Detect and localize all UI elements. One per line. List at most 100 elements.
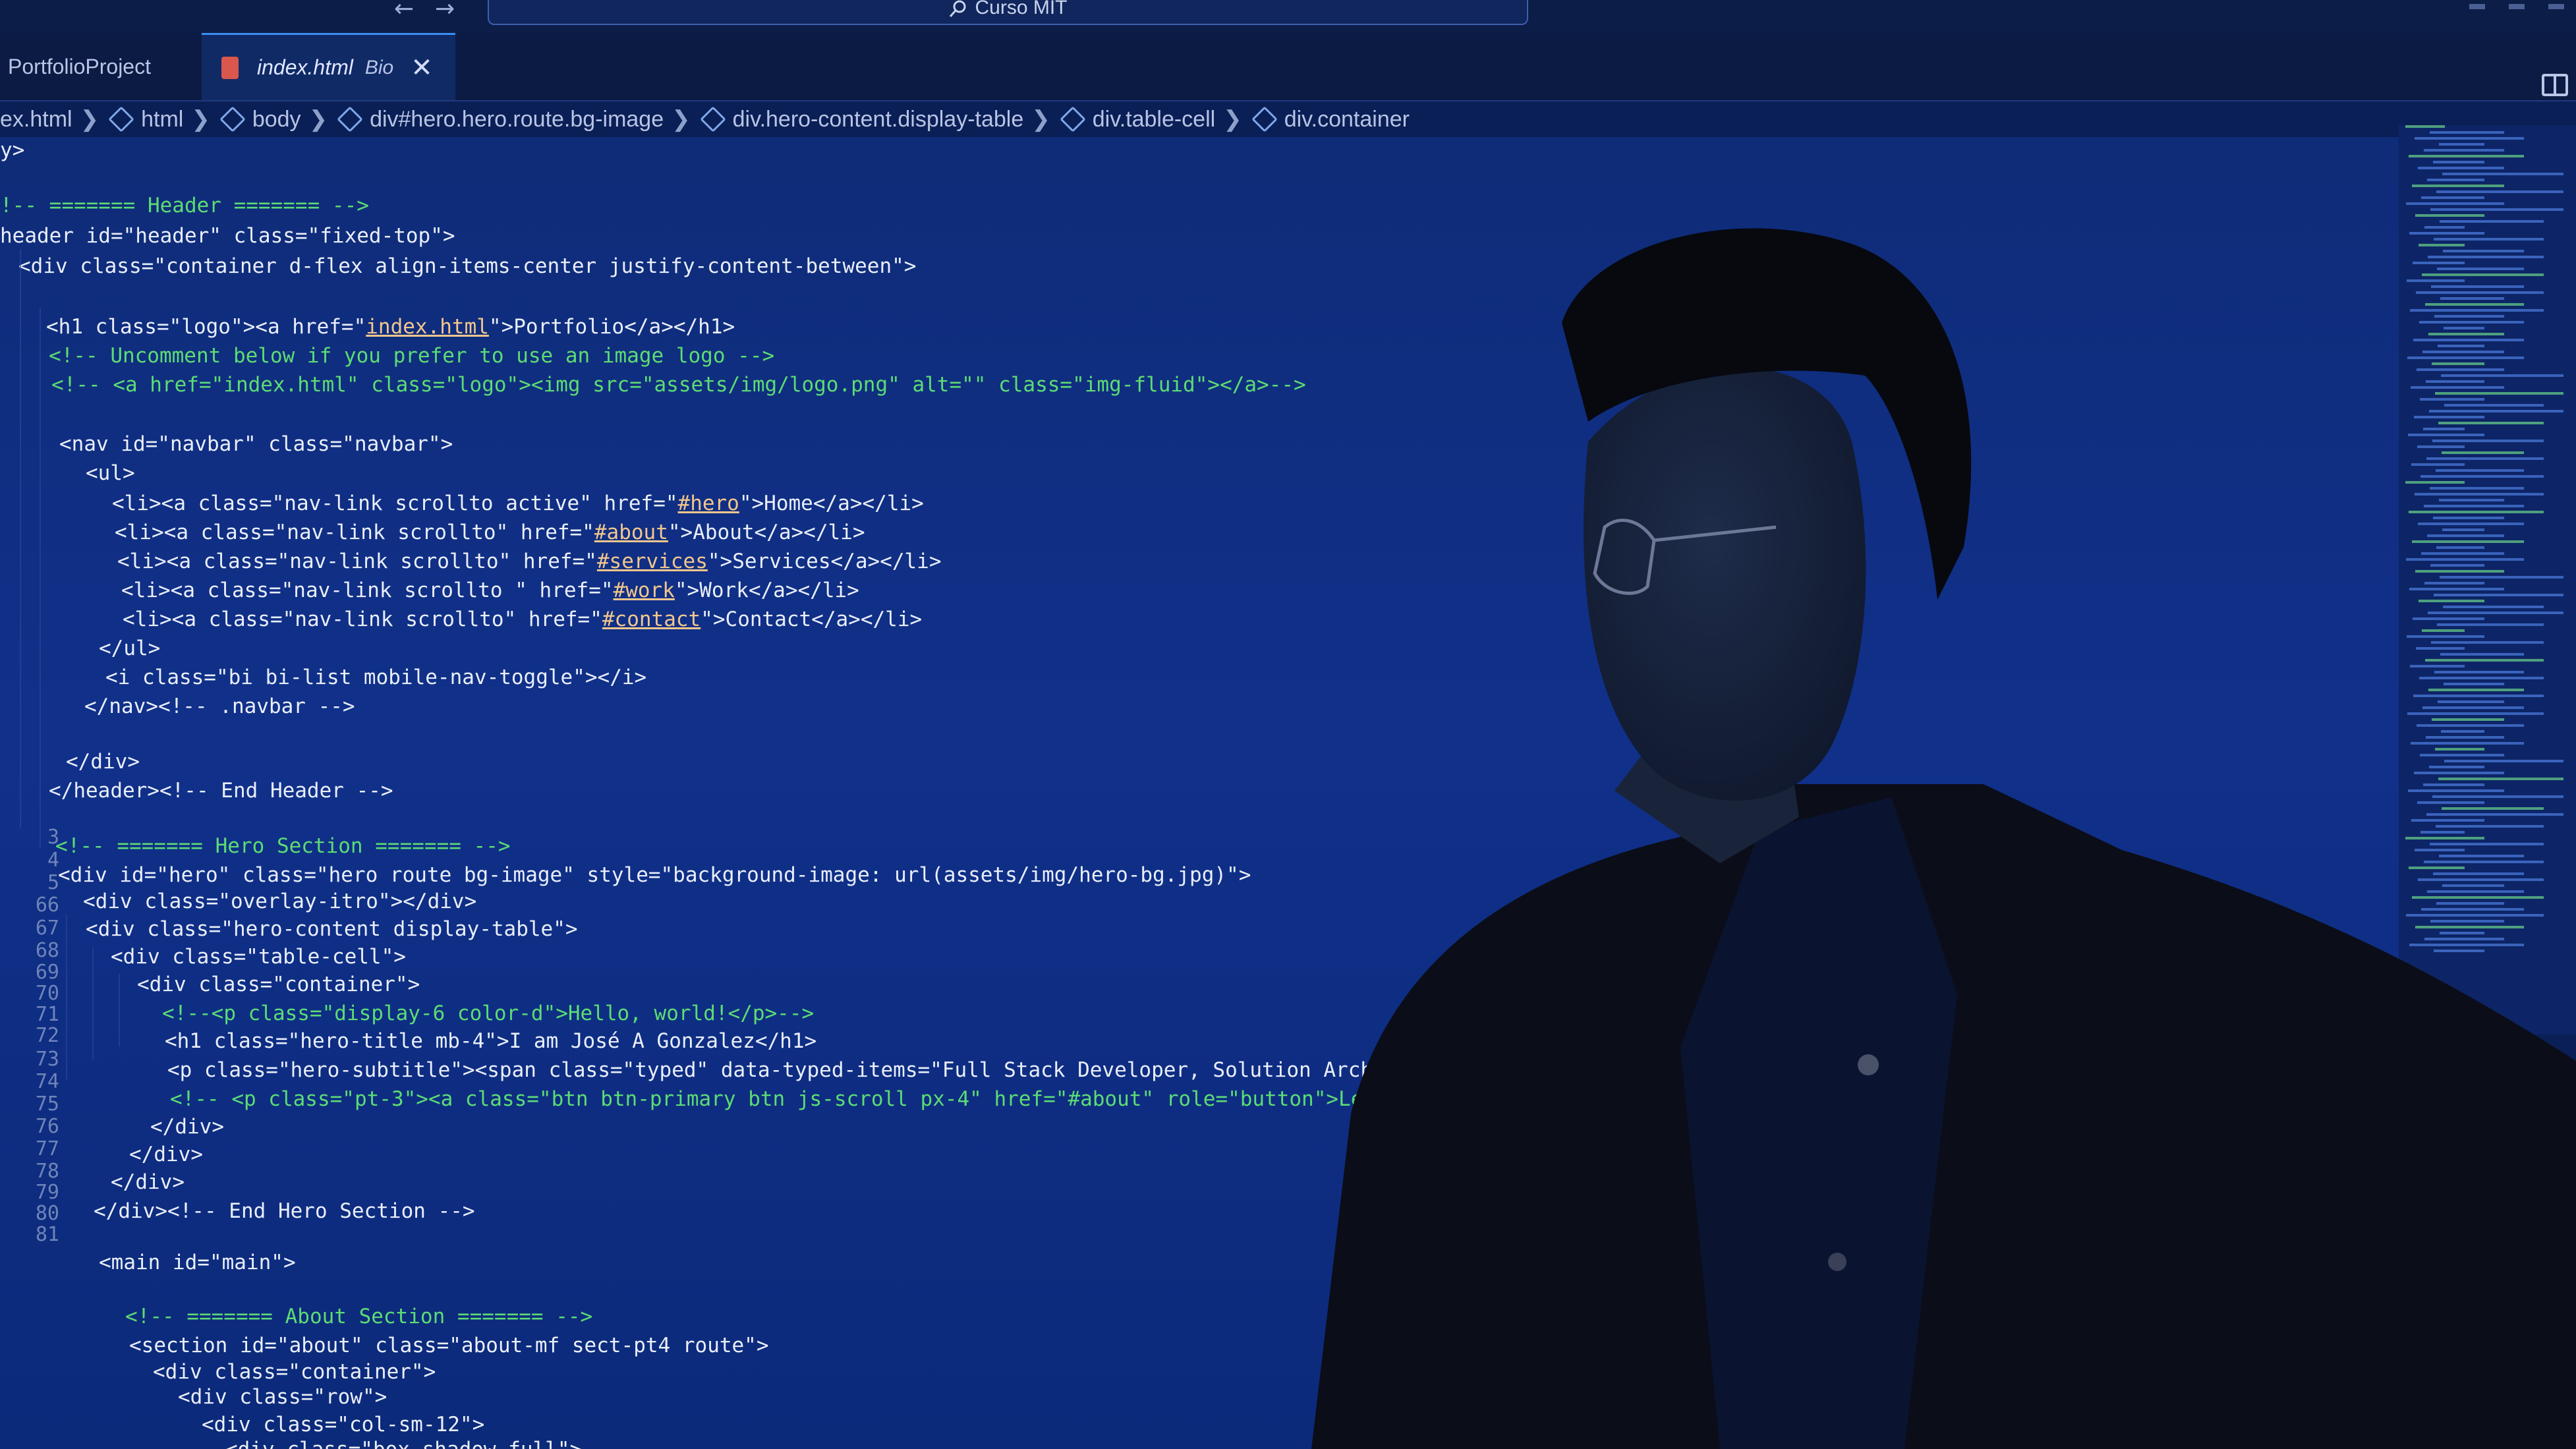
code-line: <!-- <a href="index.html" class="logo"><… bbox=[51, 372, 1306, 398]
presenter-photo bbox=[1311, 228, 2576, 1449]
breadcrumb-label: div.table-cell bbox=[1092, 106, 1216, 132]
code-line: <nav id="navbar" class="navbar"> bbox=[59, 431, 453, 457]
element-icon bbox=[1059, 106, 1086, 132]
line-number: 79 bbox=[35, 1181, 59, 1204]
code-text: <li><a class="nav-link scrollto" href=" bbox=[117, 550, 597, 573]
line-number: 70 bbox=[35, 982, 59, 1005]
code-link[interactable]: index.html bbox=[366, 315, 489, 339]
minimap-line bbox=[2412, 185, 2504, 187]
element-icon bbox=[108, 106, 134, 132]
breadcrumb-item[interactable]: ex.html ❯ bbox=[0, 106, 99, 132]
indent-guide bbox=[66, 915, 67, 1079]
tab-close-icon[interactable]: ✕ bbox=[411, 53, 433, 83]
back-arrow-icon[interactable]: ← bbox=[394, 0, 414, 21]
code-link[interactable]: #contact bbox=[602, 608, 701, 631]
minimap-line bbox=[2439, 143, 2484, 146]
code-text: <div id="hero" class="hero route bg-imag… bbox=[58, 863, 1251, 887]
element-icon bbox=[1251, 106, 1278, 132]
code-line: <div class="box-shadow-full"> bbox=[225, 1436, 582, 1449]
indent-guide bbox=[20, 249, 21, 829]
code-line: <i class="bi bi-list mobile-nav-toggle">… bbox=[105, 664, 646, 691]
minimap-line bbox=[2405, 125, 2445, 128]
code-text: <div class="col-sm-12"> bbox=[202, 1413, 485, 1436]
breadcrumb-item[interactable]: div.container bbox=[1242, 106, 1410, 132]
code-text: </header><!-- End Header --> bbox=[49, 779, 393, 803]
line-number: 72 bbox=[35, 1024, 59, 1047]
breadcrumb-item[interactable]: div.hero-content.display-table ❯ bbox=[691, 106, 1050, 132]
code-line: !-- ======= Header ======= --> bbox=[0, 192, 369, 219]
code-line: <h1 class="hero-title mb-4">I am José A … bbox=[165, 1028, 816, 1054]
line-number: 68 bbox=[35, 939, 59, 962]
code-text: <ul> bbox=[86, 461, 135, 485]
minimap-line bbox=[2415, 137, 2524, 140]
code-text: <div class="table-cell"> bbox=[111, 945, 406, 969]
code-line: </div> bbox=[66, 749, 140, 775]
close-window-button[interactable] bbox=[2548, 4, 2564, 9]
code-text: <h1 class="hero-title mb-4">I am José A … bbox=[165, 1029, 817, 1053]
code-line: </header><!-- End Header --> bbox=[49, 778, 393, 804]
code-text: <nav id="navbar" class="navbar"> bbox=[59, 432, 453, 456]
tab-portfolio-project[interactable]: PortfolioProject bbox=[8, 33, 151, 100]
code-link[interactable]: #work bbox=[614, 579, 675, 602]
code-line: <li><a class="nav-link scrollto " href="… bbox=[121, 577, 859, 604]
breadcrumb-item[interactable]: body ❯ bbox=[210, 106, 328, 132]
editor-tab-bar: PortfolioProject index.html Bio ✕ bbox=[0, 33, 2576, 101]
tab-label: PortfolioProject bbox=[8, 54, 151, 78]
code-link[interactable]: #hero bbox=[678, 492, 739, 515]
code-text: <h1 class="logo"><a href=" bbox=[46, 315, 366, 339]
line-number: 80 bbox=[35, 1202, 59, 1225]
code-text: </nav><!-- .navbar --> bbox=[84, 695, 355, 718]
code-text: ">Work</a></li> bbox=[674, 579, 859, 602]
element-icon bbox=[219, 106, 246, 132]
line-number: 67 bbox=[35, 917, 59, 940]
code-line: <li><a class="nav-link scrollto active" … bbox=[112, 490, 924, 517]
chevron-right-icon: ❯ bbox=[191, 107, 210, 132]
code-text: <div class="box-shadow-full"> bbox=[225, 1438, 582, 1449]
code-text: <div class="container"> bbox=[153, 1360, 436, 1384]
breadcrumb-label: div.container bbox=[1284, 106, 1410, 132]
code-line: <div id="hero" class="hero route bg-imag… bbox=[58, 862, 1251, 888]
element-icon bbox=[337, 106, 363, 132]
code-line: </div> bbox=[150, 1114, 224, 1140]
breadcrumb-item[interactable]: div.table-cell ❯ bbox=[1050, 106, 1242, 132]
indent-guide bbox=[40, 308, 41, 849]
command-center-search[interactable]: Curso MIT bbox=[488, 0, 1528, 25]
line-number: 74 bbox=[35, 1070, 59, 1093]
line-number: 81 bbox=[35, 1223, 59, 1246]
code-line: </ul> bbox=[99, 635, 160, 662]
code-text: ">Home</a></li> bbox=[739, 492, 924, 515]
code-text: </div> bbox=[129, 1143, 203, 1166]
code-line: <!-- Uncomment below if you prefer to us… bbox=[49, 343, 774, 369]
code-text: <section id="about" class="about-mf sect… bbox=[129, 1334, 769, 1357]
indent-guide bbox=[119, 974, 120, 1046]
breadcrumb-label: ex.html bbox=[0, 106, 72, 132]
code-link[interactable]: #about bbox=[594, 521, 668, 544]
code-text: ">About</a></li> bbox=[668, 521, 865, 544]
forward-arrow-icon[interactable]: → bbox=[435, 0, 455, 21]
breadcrumb-label: div#hero.hero.route.bg-image bbox=[370, 106, 664, 132]
code-text: <!-- <a href="index.html" class="logo"><… bbox=[51, 373, 1306, 397]
split-editor-icon[interactable] bbox=[2542, 74, 2568, 96]
breadcrumb-item[interactable]: html ❯ bbox=[99, 106, 210, 132]
code-text: <li><a class="nav-link scrollto" href=" bbox=[115, 521, 594, 544]
minimap-line bbox=[2421, 196, 2484, 199]
code-line: <div class="overlay-itro"></div> bbox=[83, 888, 476, 915]
chevron-right-icon: ❯ bbox=[672, 107, 691, 132]
code-line: <ul> bbox=[86, 460, 135, 486]
code-text: <!-- Uncomment below if you prefer to us… bbox=[49, 344, 775, 368]
code-text: <!--<p class="display-6 color-d">Hello, … bbox=[162, 1002, 815, 1025]
line-number: 75 bbox=[35, 1093, 59, 1116]
code-line: <li><a class="nav-link scrollto" href="#… bbox=[115, 519, 865, 546]
code-line: <div class="table-cell"> bbox=[111, 944, 406, 970]
tab-label: index.html bbox=[257, 55, 353, 79]
minimap-line bbox=[2427, 179, 2484, 181]
code-line: </div> bbox=[111, 1169, 185, 1195]
tab-index-html[interactable]: index.html Bio ✕ bbox=[202, 33, 455, 100]
maximize-button[interactable] bbox=[2509, 4, 2525, 9]
minimap-line bbox=[2436, 190, 2563, 193]
code-line: </div> bbox=[129, 1141, 203, 1168]
minimize-button[interactable] bbox=[2469, 4, 2485, 9]
breadcrumb-item[interactable]: div#hero.hero.route.bg-image ❯ bbox=[328, 106, 691, 132]
code-link[interactable]: #services bbox=[597, 550, 708, 573]
code-text: <div class="container"> bbox=[137, 973, 420, 996]
